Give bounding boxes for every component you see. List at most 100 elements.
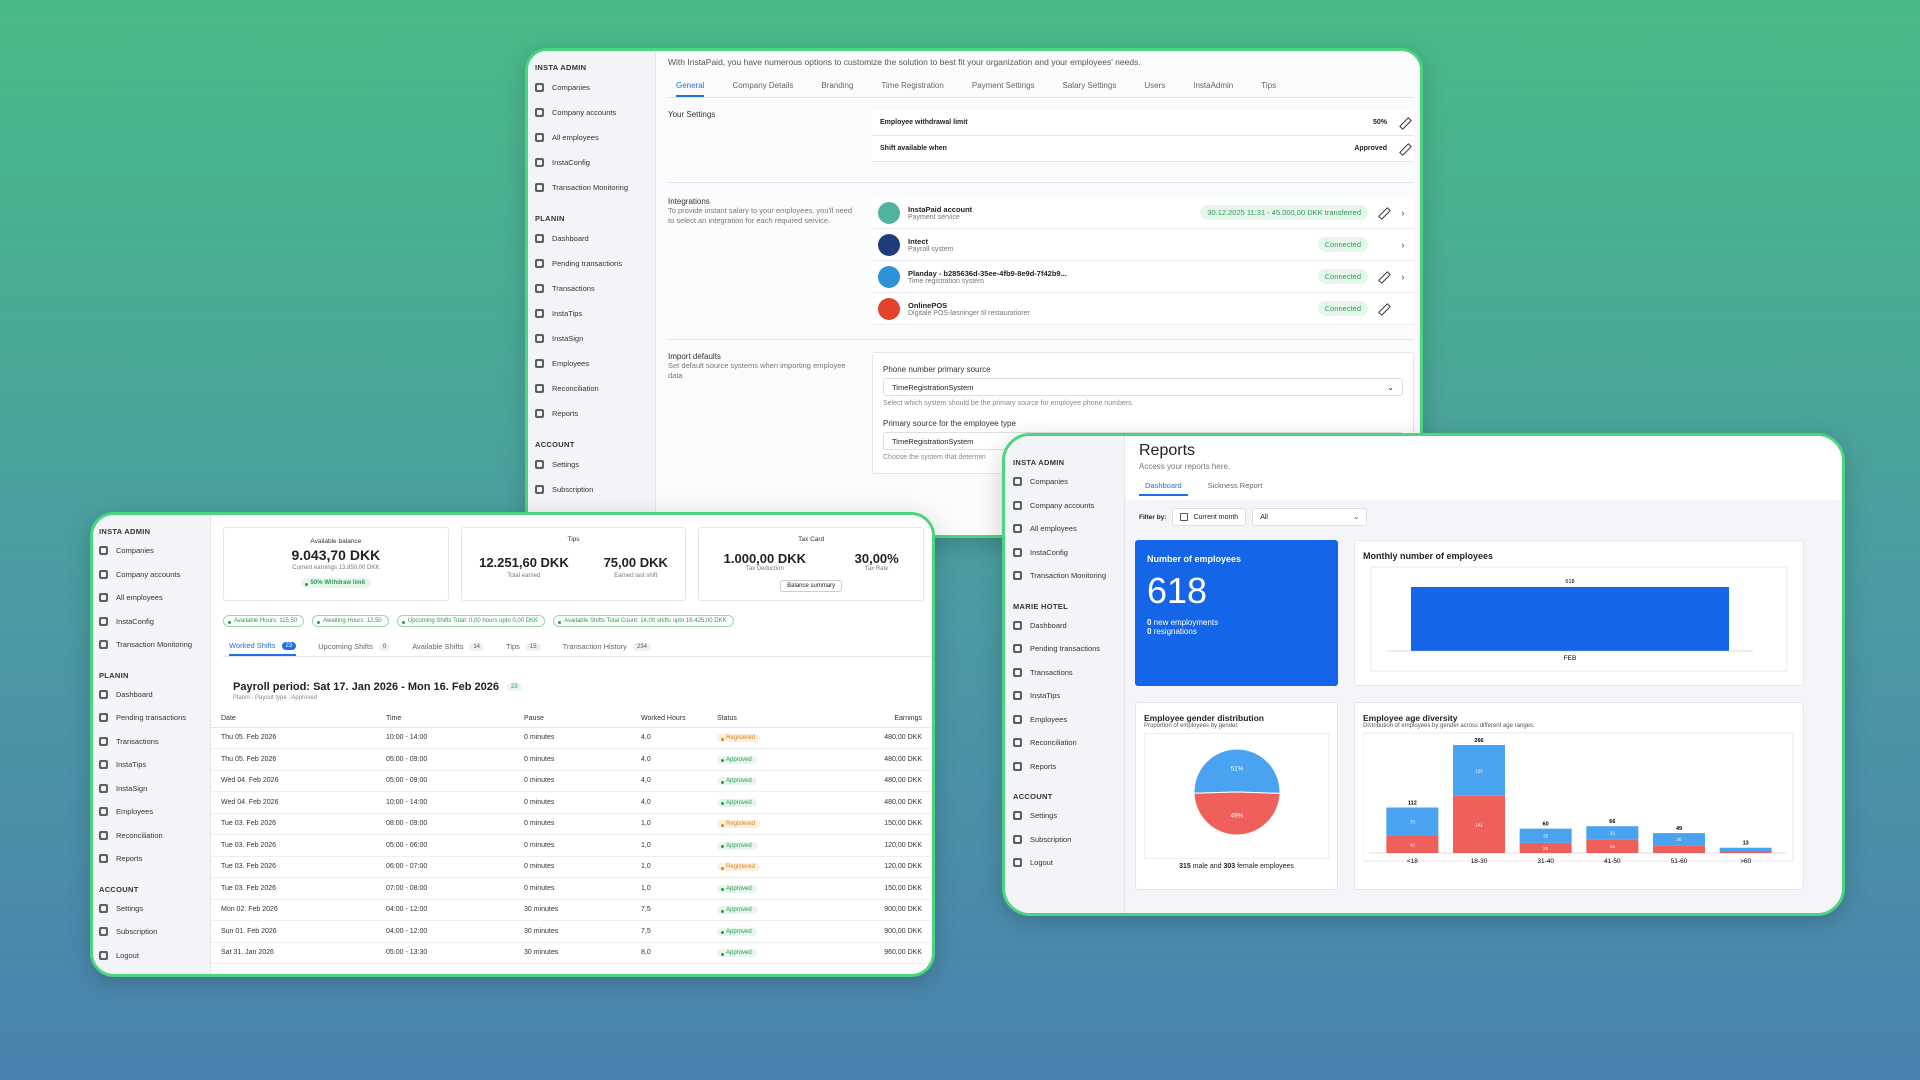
table-row[interactable]: Tue 03. Feb 2026 07:00 - 08:00 0 minutes 1,… [211, 877, 932, 900]
table-row[interactable]: Sun 01. Feb 2026 04:00 - 12:00 30 minutes 7… [211, 920, 932, 943]
sidebar-item-all-employees[interactable]: All employees [1013, 517, 1124, 541]
sidebar-item-settings[interactable]: Settings [535, 452, 655, 477]
edit-pencil-icon[interactable] [1378, 303, 1389, 314]
sidebar-item-label: Employees [1030, 714, 1068, 724]
tab-users[interactable]: Users [1144, 81, 1165, 97]
sidebar-item-label: Settings [552, 460, 580, 469]
sidebar-item-subscription[interactable]: Subscription [99, 920, 210, 944]
sidebar-item-dashboard[interactable]: Dashboard [535, 226, 655, 251]
accounts-icon [99, 569, 108, 579]
sidebar-item-instaconfig[interactable]: InstaConfig [1013, 541, 1124, 565]
tab-payment-settings[interactable]: Payment Settings [972, 81, 1035, 97]
edit-pencil-icon[interactable] [1399, 143, 1410, 154]
sidebar-item-all-employees[interactable]: All employees [99, 586, 210, 610]
tab-salary-settings[interactable]: Salary Settings [1063, 81, 1117, 97]
shifts-main: Available balance 9.043,70 DKK Current e… [211, 515, 932, 974]
sidebar-item-employees[interactable]: Employees [535, 351, 655, 376]
sidebar-item-reports[interactable]: Reports [99, 847, 210, 871]
sidebar-item-settings[interactable]: Settings [1013, 804, 1124, 828]
table-row[interactable]: Wed 04. Feb 2026 10:00 - 14:00 0 minutes 4,… [211, 791, 932, 814]
sidebar-item-logout[interactable]: Logout [1013, 851, 1124, 875]
chevron-right-icon[interactable]: › [1398, 240, 1408, 250]
sidebar-item-transaction-monitoring[interactable]: Transaction Monitoring [99, 633, 210, 657]
table-row[interactable]: Tue 03. Feb 2026 06:00 - 07:00 0 minutes 1,… [211, 856, 932, 878]
integration-row-planday-b285636d-35e[interactable]: Planday - b285636d-35ee-4fb9-8e9d-7f42b9… [872, 261, 1414, 293]
tab-dashboard[interactable]: Dashboard [1139, 481, 1188, 496]
sidebar-item-settings[interactable]: Settings [99, 897, 210, 921]
data-label: 25 [1543, 846, 1549, 851]
edit-pencil-icon[interactable] [1399, 117, 1410, 128]
tab-upcoming-shifts[interactable]: Upcoming Shifts 0 [318, 641, 391, 656]
group-filter-select[interactable]: All ⌄ [1252, 508, 1368, 526]
sidebar-item-pending-transactions[interactable]: Pending transactions [1013, 637, 1124, 661]
sidebar-item-instatips[interactable]: InstaTips [99, 753, 210, 777]
sidebar-item-pending-transactions[interactable]: Pending transactions [99, 706, 210, 730]
sidebar-item-label: Pending transactions [116, 713, 187, 723]
phone-source-select[interactable]: TimeRegistrationSystem ⌄ [883, 378, 1403, 396]
sidebar-item-companies[interactable]: Companies [535, 75, 655, 100]
tab-branding[interactable]: Branding [821, 81, 853, 97]
gear-icon [535, 460, 544, 469]
sidebar-item-instasign[interactable]: InstaSign [99, 777, 210, 801]
tab-instaadmin[interactable]: InstaAdmin [1193, 81, 1233, 97]
sidebar-item-transactions[interactable]: Transactions [535, 276, 655, 301]
sidebar-item-company-accounts[interactable]: Company accounts [1013, 494, 1124, 518]
sidebar-item-employees[interactable]: Employees [99, 800, 210, 824]
sidebar-item-instasign[interactable]: InstaSign [535, 326, 655, 351]
tab-sickness-report[interactable]: Sickness Report [1202, 481, 1269, 496]
sidebar-item-label: InstaTips [116, 760, 147, 770]
sidebar-item-all-employees[interactable]: All employees [535, 125, 655, 150]
chevron-right-icon[interactable]: › [1398, 208, 1408, 218]
sidebar-item-reconciliation[interactable]: Reconciliation [535, 376, 655, 401]
table-row[interactable]: Thu 05. Feb 2026 05:00 - 09:00 0 minutes 4,… [211, 748, 932, 771]
sidebar-item-transaction-monitoring[interactable]: Transaction Monitoring [1013, 564, 1124, 588]
table-row[interactable]: Tue 03. Feb 2026 05:00 - 06:00 0 minutes 1,… [211, 834, 932, 857]
balance-summary-button[interactable]: Balance summary [780, 580, 843, 592]
tab-company-details[interactable]: Company Details [732, 81, 793, 97]
sidebar-item-pending-transactions[interactable]: Pending transactions [535, 251, 655, 276]
sidebar-item-dashboard[interactable]: Dashboard [99, 683, 210, 707]
sidebar-item-instaconfig[interactable]: InstaConfig [535, 150, 655, 175]
sidebar-item-instaconfig[interactable]: InstaConfig [99, 610, 210, 634]
chevron-right-icon[interactable]: › [1398, 272, 1408, 282]
integration-row-intect[interactable]: Intect Payroll system Connected › [872, 229, 1414, 261]
tab-general[interactable]: General [676, 81, 705, 97]
tab-available-shifts[interactable]: Available Shifts 14 [412, 641, 485, 656]
sidebar-item-logout[interactable]: Logout [99, 944, 210, 968]
sidebar-item-instatips[interactable]: InstaTips [535, 301, 655, 326]
sidebar-item-subscription[interactable]: Subscription [1013, 828, 1124, 852]
integration-row-onlinepos[interactable]: OnlinePOS Digitale POS-løsninger til rest… [872, 293, 1414, 325]
sidebar-item-reports[interactable]: Reports [535, 401, 655, 426]
sidebar-item-company-accounts[interactable]: Company accounts [99, 563, 210, 587]
sidebar-item-instatips[interactable]: InstaTips [1013, 684, 1124, 708]
sidebar-item-transactions[interactable]: Transactions [1013, 661, 1124, 685]
sidebar-item-dashboard[interactable]: Dashboard [1013, 614, 1124, 638]
sidebar-item-companies[interactable]: Companies [99, 539, 210, 563]
sidebar-item-reconciliation[interactable]: Reconciliation [99, 824, 210, 848]
tab-time-registration[interactable]: Time Registration [881, 81, 943, 97]
tab-transaction-history[interactable]: Transaction History 234 [563, 641, 651, 656]
sidebar-item-label: Settings [116, 903, 144, 913]
table-row[interactable]: Wed 04. Feb 2026 05:00 - 09:00 0 minutes 4,… [211, 770, 932, 792]
integration-row-instapaid-account[interactable]: InstaPaid account Payment service 30.12.20… [872, 197, 1414, 229]
date-filter-button[interactable]: Current month [1172, 508, 1247, 526]
sidebar-item-subscription[interactable]: Subscription [535, 477, 655, 502]
table-row[interactable]: Tue 03. Feb 2026 08:00 - 09:00 0 minutes 1,… [211, 813, 932, 835]
tab-worked-shifts[interactable]: Worked Shifts 23 [229, 641, 297, 656]
table-row[interactable]: Mon 02. Feb 2026 04:00 - 12:00 30 minutes 7… [211, 899, 932, 921]
table-row[interactable]: Sat 31. Jan 2026 05:00 - 13:30 30 minutes 8… [211, 942, 932, 964]
sidebar-item-company-accounts[interactable]: Company accounts [535, 100, 655, 125]
sidebar-item-companies[interactable]: Companies [1013, 470, 1124, 494]
sidebar-item-employees[interactable]: Employees [1013, 708, 1124, 732]
sidebar-item-reports[interactable]: Reports [1013, 755, 1124, 779]
edit-pencil-icon[interactable] [1378, 271, 1389, 282]
sidebar-item-transactions[interactable]: Transactions [99, 730, 210, 754]
tab-tips[interactable]: Tips 15 [506, 641, 541, 656]
sidebar-item-transaction-monitoring[interactable]: Transaction Monitoring [535, 175, 655, 200]
tab-tips[interactable]: Tips [1261, 81, 1276, 97]
table-row[interactable]: Thu 05. Feb 2026 10:00 - 14:00 0 minutes 4,… [211, 727, 932, 749]
sidebar-item-label: InstaTips [552, 309, 583, 318]
edit-pencil-icon[interactable] [1378, 207, 1389, 218]
sign-icon [99, 783, 108, 793]
sidebar-item-reconciliation[interactable]: Reconciliation [1013, 731, 1124, 755]
